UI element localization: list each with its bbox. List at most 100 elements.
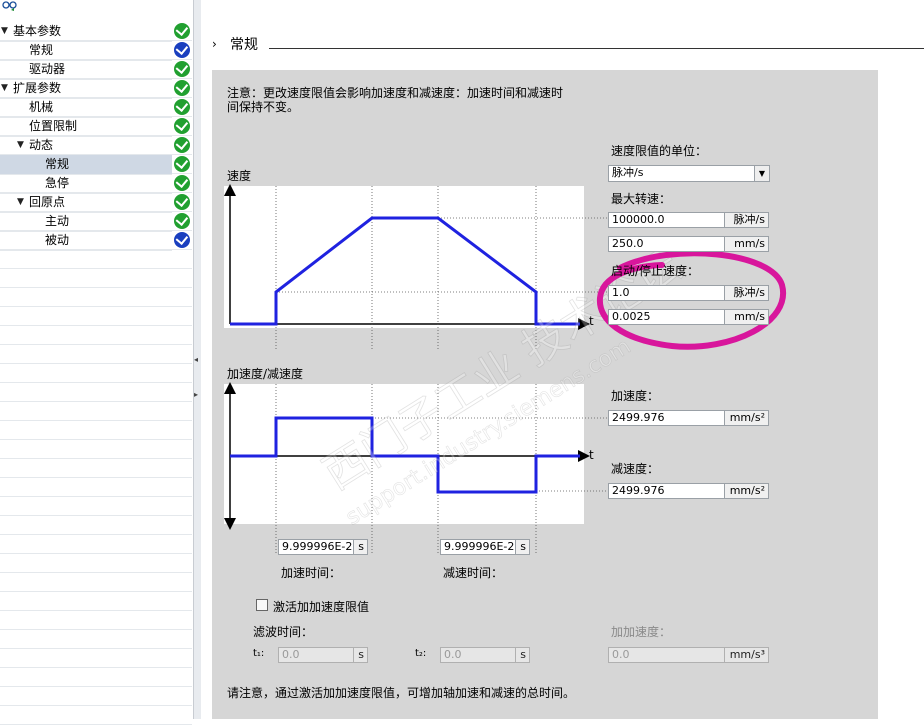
tree-item[interactable]: 被动	[0, 231, 172, 251]
tree-item-label: 常规	[29, 43, 54, 57]
velocity-chart-xlabel: t	[589, 314, 594, 328]
bottom-note: 请注意，通过激活加加速度限值，可增加轴加速和减速的总时间。	[227, 686, 576, 700]
tree-grid-line	[0, 705, 192, 706]
check-ok-icon	[174, 194, 190, 210]
tree-item[interactable]: 驱动器	[0, 60, 172, 80]
tree-grid-line	[0, 686, 192, 687]
acceleration-unit: mm/s²	[725, 410, 769, 426]
tree-grid-line	[0, 534, 192, 535]
tree-item[interactable]: 位置限制	[0, 117, 172, 137]
tree-item[interactable]: ▼ 回原点	[0, 193, 172, 213]
max-speed-mm-input[interactable]: 250.0	[608, 236, 725, 252]
expand-triangle-icon[interactable]: ▼	[17, 136, 24, 155]
tree-grid-line	[0, 572, 192, 573]
acceleration-input[interactable]: 2499.976	[608, 410, 725, 426]
check-ok-icon	[174, 118, 190, 134]
tree-grid-line	[0, 363, 192, 364]
tree-grid-line	[0, 458, 192, 459]
tree-item[interactable]: 常规	[0, 155, 172, 175]
expand-triangle-icon[interactable]: ▼	[17, 193, 24, 212]
tree-item-label: 回原点	[29, 195, 66, 209]
max-speed-pulse-unit: 脉冲/s	[725, 212, 769, 228]
tree-grid-line	[0, 496, 192, 497]
tree-grid-line	[0, 610, 192, 611]
max-speed-label: 最大转速：	[611, 192, 672, 206]
check-ok-icon	[174, 156, 190, 172]
tree-item[interactable]: ▼ 动态	[0, 136, 172, 156]
deceleration-label: 减速度：	[611, 462, 660, 476]
tree-item[interactable]: ▼ 基本参数	[0, 22, 172, 42]
tree-item-label: 动态	[29, 138, 54, 152]
jerk-unit: mm/s³	[725, 647, 769, 663]
accel-chart-xlabel: t	[589, 448, 594, 462]
velocity-chart	[224, 186, 584, 328]
jerk-input[interactable]: 0.0	[608, 647, 725, 663]
tree-item[interactable]: 急停	[0, 174, 172, 194]
section-divider	[269, 48, 924, 49]
check-info-icon	[174, 232, 190, 248]
check-ok-icon	[174, 137, 190, 153]
accel-chart-ylabel: 加速度/减速度	[227, 367, 304, 381]
accel-time-input[interactable]: 9.999996E-2	[278, 539, 354, 555]
tree-item-label: 机械	[29, 100, 54, 114]
start-stop-speed-label: 启动/停止速度：	[611, 264, 700, 278]
tree-item-label: 扩展参数	[13, 81, 62, 95]
expand-triangle-icon[interactable]: ▼	[1, 79, 8, 98]
deceleration-input[interactable]: 2499.976	[608, 483, 725, 499]
accel-time-unit: s	[354, 539, 368, 555]
tree-grid-line	[0, 553, 192, 554]
start-stop-pulse-input[interactable]: 1.0	[608, 285, 725, 301]
tree-grid-line	[0, 667, 192, 668]
acceleration-label: 加速度：	[611, 389, 660, 403]
start-stop-mm-input[interactable]: 0.0025	[608, 309, 725, 325]
max-speed-pulse-input[interactable]: 100000.0	[608, 212, 725, 228]
jerk-limit-label: 激活加加速度限值	[273, 600, 370, 614]
glasses-icon	[2, 1, 17, 11]
deceleration-unit: mm/s²	[725, 483, 769, 499]
t1-input[interactable]: 0.0	[278, 647, 354, 663]
chevron-down-icon[interactable]: ▼	[754, 166, 769, 181]
accel-time-label: 加速时间：	[281, 566, 342, 580]
check-ok-icon	[174, 80, 190, 96]
tree-item[interactable]: 机械	[0, 98, 172, 118]
expand-arrow-icon[interactable]: ▸	[194, 390, 198, 399]
speed-unit-select[interactable]: 脉冲/s ▼	[608, 165, 770, 182]
check-ok-icon	[174, 23, 190, 39]
tree-grid-line	[0, 401, 192, 402]
tree-item[interactable]: 主动	[0, 212, 172, 232]
decel-time-unit: s	[516, 539, 530, 555]
tree-item[interactable]: ▼ 扩展参数	[0, 79, 172, 99]
max-speed-mm-unit: mm/s	[725, 236, 769, 252]
tree-item[interactable]: 常规	[0, 41, 172, 61]
tree-item-label: 基本参数	[13, 24, 62, 38]
section-chevron-icon[interactable]: ›	[212, 37, 217, 51]
tree-grid-line	[0, 648, 192, 649]
decel-time-label: 减速时间：	[443, 566, 504, 580]
tree-grid-line	[0, 439, 192, 440]
speed-unit-value: 脉冲/s	[612, 166, 644, 179]
t2-unit: s	[516, 647, 530, 663]
tree-grid-line	[0, 287, 192, 288]
start-stop-mm-unit: mm/s	[725, 309, 769, 325]
t2-input[interactable]: 0.0	[440, 647, 516, 663]
tree-item-label: 急停	[45, 176, 70, 190]
section-title: 常规	[230, 37, 258, 53]
tree-item-label: 位置限制	[29, 119, 78, 133]
tree-grid-line	[0, 382, 192, 383]
tree-grid-line	[0, 591, 192, 592]
tree-grid-line	[0, 268, 192, 269]
decel-time-input[interactable]: 9.999996E-2	[440, 539, 516, 555]
t1-unit: s	[354, 647, 368, 663]
expand-triangle-icon[interactable]: ▼	[1, 22, 8, 41]
accel-chart	[224, 384, 584, 524]
check-info-icon	[174, 42, 190, 58]
tree-item-label: 被动	[45, 233, 70, 247]
jerk-label: 加加速度：	[611, 625, 672, 639]
jerk-limit-checkbox[interactable]	[256, 599, 268, 611]
collapse-arrow-icon[interactable]: ◂	[194, 355, 198, 364]
velocity-chart-ylabel: 速度	[227, 169, 252, 183]
tree-item-label: 常规	[45, 157, 70, 171]
toolbar-icon[interactable]	[2, 0, 18, 11]
tree-grid-line	[0, 344, 192, 345]
start-stop-pulse-unit: 脉冲/s	[725, 285, 769, 301]
